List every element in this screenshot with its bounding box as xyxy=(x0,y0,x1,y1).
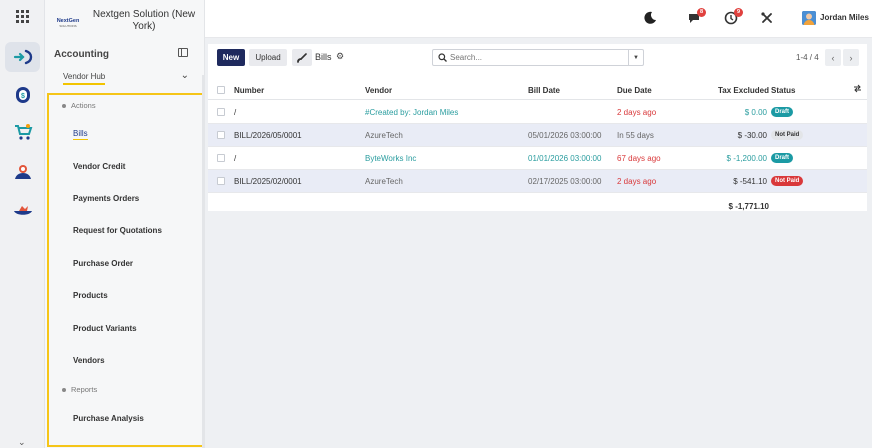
cell-bill-date: 02/17/2025 03:00:00 xyxy=(528,177,602,186)
column-bill-date[interactable]: Bill Date xyxy=(528,86,560,95)
brush-icon[interactable] xyxy=(292,49,312,66)
chevron-down-icon[interactable]: ⌄ xyxy=(18,437,26,448)
pager-prev-icon[interactable]: ‹ xyxy=(825,49,841,66)
pager-next-icon[interactable]: › xyxy=(843,49,859,66)
sidebar-item-product-variants[interactable]: Product Variants xyxy=(73,324,137,333)
cell-due-date: 67 days ago xyxy=(617,154,661,163)
table-row[interactable]: BILL/2026/05/0001 AzureTech 05/01/2026 0… xyxy=(208,124,867,147)
column-number[interactable]: Number xyxy=(234,86,264,95)
breadcrumb-title: Bills xyxy=(315,52,332,62)
bills-list-card: New Upload Bills ⚙ ▼ 1-4 / 4 ‹ › Number … xyxy=(208,44,867,211)
apps-grid-icon[interactable] xyxy=(16,10,29,23)
search-box[interactable]: ▼ xyxy=(432,49,644,66)
cell-bill-date: 01/01/2026 03:00:00 xyxy=(528,154,602,163)
main-content: New Upload Bills ⚙ ▼ 1-4 / 4 ‹ › Number … xyxy=(205,38,872,448)
cell-number: / xyxy=(234,108,237,117)
sidebar-item-bills[interactable]: Bills xyxy=(73,129,88,140)
sidebar-item-vendor-credit[interactable]: Vendor Credit xyxy=(73,162,125,171)
app-title: Accounting xyxy=(54,49,109,60)
cell-vendor: #Created by: Jordan Miles xyxy=(365,108,459,117)
cell-vendor: ByteWorks Inc xyxy=(365,154,417,163)
status-badge: Not Paid xyxy=(771,130,804,140)
row-checkbox[interactable] xyxy=(217,108,225,116)
total-tax-excluded: $ -1,771.10 xyxy=(728,202,769,211)
vendor-hub-dropdown[interactable]: Vendor Hub ⌄ xyxy=(54,70,189,86)
cell-number: BILL/2025/02/0001 xyxy=(234,177,302,186)
company-logo: NextGen SOLUTIONS xyxy=(56,14,80,30)
table-header: Number Vendor Bill Date Due Date Tax Exc… xyxy=(208,80,867,100)
cell-tax-excluded: $ 0.00 xyxy=(744,108,767,117)
app-rail: $ ⌄ xyxy=(0,0,45,448)
sidebar-item-purchase-order[interactable]: Purchase Order xyxy=(73,259,133,268)
chat-badge: 8 xyxy=(697,8,706,17)
cell-due-date: In 55 days xyxy=(617,131,654,140)
toggle-panel-icon[interactable] xyxy=(178,48,188,57)
tools-icon[interactable] xyxy=(760,11,774,27)
top-bar: 8 9 Jordan Miles xyxy=(205,0,872,38)
cell-vendor: AzureTech xyxy=(365,177,403,186)
cell-tax-excluded: $ -30.00 xyxy=(737,131,767,140)
cell-due-date: 2 days ago xyxy=(617,177,657,186)
company-name: Nextgen Solution (New York) xyxy=(92,9,196,32)
section-actions: Actions xyxy=(62,101,96,110)
svg-text:$: $ xyxy=(21,93,25,100)
search-options-caret-icon[interactable]: ▼ xyxy=(628,50,643,65)
activity-clock-icon[interactable]: 9 xyxy=(724,8,743,27)
user-avatar[interactable] xyxy=(802,11,816,25)
dark-mode-moon-icon[interactable] xyxy=(643,11,657,27)
contacts-app-icon[interactable] xyxy=(5,157,40,187)
new-button[interactable]: New xyxy=(217,49,245,66)
chat-icon[interactable]: 8 xyxy=(687,8,706,27)
row-checkbox[interactable] xyxy=(217,177,225,185)
cell-tax-excluded: $ -1,200.00 xyxy=(726,154,767,163)
vendor-hub-label: Vendor Hub xyxy=(63,72,106,85)
activity-badge: 9 xyxy=(734,8,743,17)
search-icon xyxy=(438,53,447,64)
column-tax-excluded[interactable]: Tax Excluded xyxy=(718,86,769,95)
chevron-down-icon: ⌄ xyxy=(180,70,189,81)
sidebar-menu: Actions Bills Vendor Credit Payments Ord… xyxy=(47,93,204,447)
sidebar: NextGen SOLUTIONS Nextgen Solution (New Y… xyxy=(45,0,205,448)
column-due-date[interactable]: Due Date xyxy=(617,86,652,95)
company-header[interactable]: NextGen SOLUTIONS Nextgen Solution (New Y… xyxy=(54,8,204,38)
table-row[interactable]: BILL/2025/02/0001 AzureTech 02/17/2025 0… xyxy=(208,170,867,193)
sidebar-item-vendors[interactable]: Vendors xyxy=(73,356,105,365)
pager-value[interactable]: 1-4 / 4 xyxy=(796,53,819,62)
sidebar-item-payments-orders[interactable]: Payments Orders xyxy=(73,194,139,203)
svg-text:SOLUTIONS: SOLUTIONS xyxy=(59,24,76,28)
crm-app-icon[interactable]: $ xyxy=(5,80,40,110)
accounting-app-icon[interactable] xyxy=(5,42,40,72)
upload-button[interactable]: Upload xyxy=(249,49,287,66)
cell-number: / xyxy=(234,154,237,163)
cell-due-date: 2 days ago xyxy=(617,108,657,117)
column-vendor[interactable]: Vendor xyxy=(365,86,392,95)
search-input[interactable] xyxy=(450,52,625,63)
table-row[interactable]: / #Created by: Jordan Miles 2 days ago $… xyxy=(208,101,867,124)
sidebar-item-products[interactable]: Products xyxy=(73,291,108,300)
cell-vendor: AzureTech xyxy=(365,131,403,140)
status-badge: Draft xyxy=(771,107,794,117)
select-all-checkbox[interactable] xyxy=(217,86,225,94)
cell-bill-date: 05/01/2026 03:00:00 xyxy=(528,131,602,140)
optional-columns-icon[interactable] xyxy=(853,84,862,95)
cell-number: BILL/2026/05/0001 xyxy=(234,131,302,140)
cell-tax-excluded: $ -541.10 xyxy=(733,177,767,186)
status-badge: Draft xyxy=(771,153,794,163)
sidebar-item-purchase-analysis[interactable]: Purchase Analysis xyxy=(73,414,144,423)
status-badge: Not Paid xyxy=(771,176,804,186)
sidebar-item-request-for-quotations[interactable]: Request for Quotations xyxy=(73,226,162,235)
table-row[interactable]: / ByteWorks Inc 01/01/2026 03:00:00 67 d… xyxy=(208,147,867,170)
section-reports: Reports xyxy=(62,385,97,394)
row-checkbox[interactable] xyxy=(217,154,225,162)
user-name[interactable]: Jordan Miles xyxy=(820,13,869,22)
inventory-app-icon[interactable] xyxy=(5,196,40,226)
row-checkbox[interactable] xyxy=(217,131,225,139)
column-status[interactable]: Status xyxy=(771,86,795,95)
sales-app-icon[interactable] xyxy=(5,117,40,147)
gear-icon[interactable]: ⚙ xyxy=(336,51,344,62)
